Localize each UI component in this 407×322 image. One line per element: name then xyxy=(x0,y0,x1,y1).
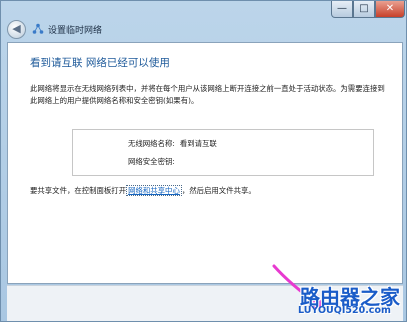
description-text: 此网络将显示在无线网络列表中，并将在每个用户从该网络上断开连接之前一直处于活动状… xyxy=(30,84,385,105)
dialog-footer xyxy=(7,285,403,321)
maximize-button[interactable]: □ xyxy=(353,1,375,18)
security-key-row: 网络安全密钥: xyxy=(128,156,180,167)
network-icon xyxy=(32,23,44,34)
security-key-label: 网络安全密钥: xyxy=(128,157,175,166)
network-name-row: 无线网络名称: 看到请互联 xyxy=(128,138,217,149)
network-name-value: 看到请互联 xyxy=(179,139,217,148)
share-suffix: ，然后启用文件共享。 xyxy=(181,186,256,195)
close-button[interactable]: ✕ xyxy=(375,1,405,18)
network-info-box: 无线网络名称: 看到请互联 网络安全密钥: xyxy=(72,129,374,176)
title-bar: — □ ✕ ◀ 设置临时网络 xyxy=(1,1,406,41)
back-button[interactable]: ◀ xyxy=(7,20,26,39)
content-panel: 看到请互联 网络已经可以使用 此网络将显示在无线网络列表中，并将在每个用户从该网… xyxy=(7,42,403,284)
minimize-icon: — xyxy=(337,3,347,14)
network-sharing-center-link[interactable]: 网络和共享中心 xyxy=(126,185,182,196)
maximize-icon: □ xyxy=(359,3,369,14)
share-prefix: 要共享文件，在控制面板打开 xyxy=(30,186,127,195)
page-heading: 看到请互联 网络已经可以使用 xyxy=(30,57,170,69)
back-arrow-icon: ◀ xyxy=(12,22,21,35)
minimize-button[interactable]: — xyxy=(331,1,353,18)
window-title: 设置临时网络 xyxy=(48,26,103,36)
network-name-label: 无线网络名称: xyxy=(128,139,175,148)
close-icon: ✕ xyxy=(385,3,395,14)
file-sharing-note: 要共享文件，在控制面板打开 网络和共享中心 ，然后启用文件共享。 xyxy=(30,185,256,196)
dialog-window: — □ ✕ ◀ 设置临时网络 看到请互联 网络已经可以使用 此网络将显示在无线网… xyxy=(0,0,407,322)
